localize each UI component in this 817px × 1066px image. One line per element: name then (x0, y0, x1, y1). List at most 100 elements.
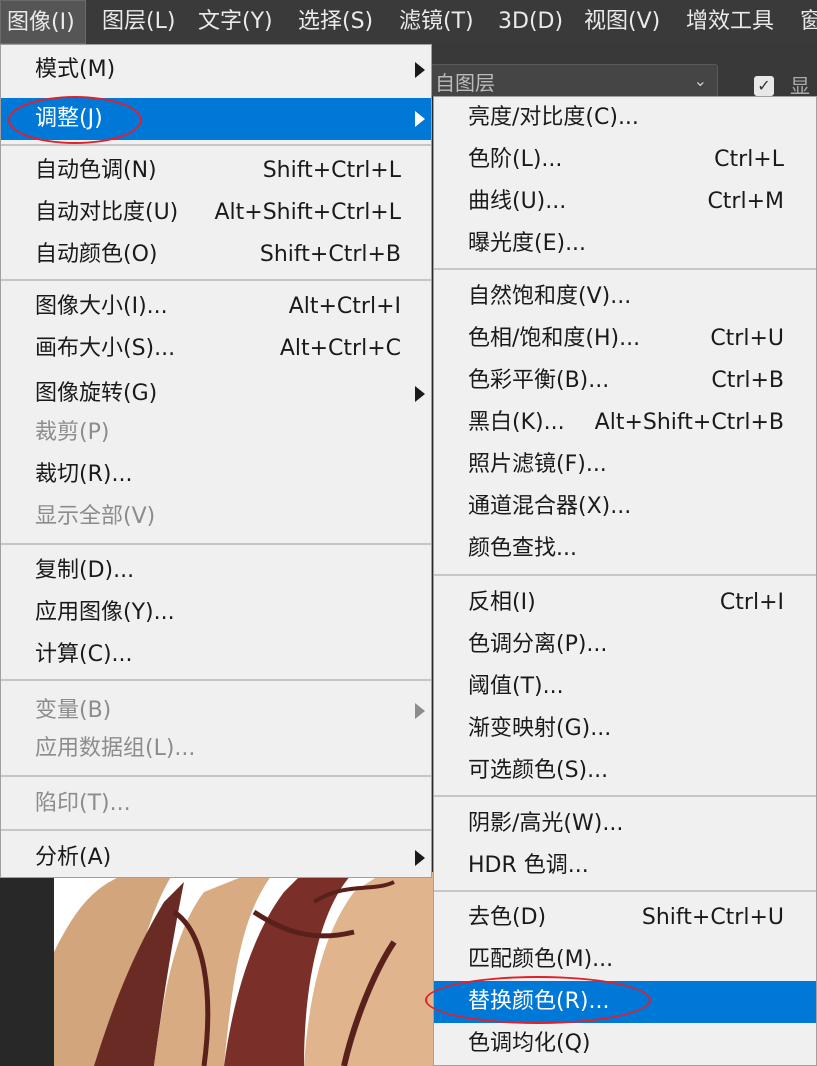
menu-item-label: 黑白(K)... (468, 410, 565, 435)
menu-filter[interactable]: 滤镜(T) (399, 0, 474, 44)
menu-item-label: 应用图像(Y)... (35, 600, 175, 625)
menu-window[interactable]: 窗 (800, 0, 817, 44)
menu-item-gradient-map[interactable]: 渐变映射(G)... (434, 708, 816, 750)
menu-item-label: 色阶(L)... (468, 147, 563, 172)
menu-item-label: 色调分离(P)... (468, 632, 608, 657)
show-label: 显 (790, 74, 810, 98)
menu-item-label: 曲线(U)... (468, 189, 567, 214)
menu-select[interactable]: 选择(S) (298, 0, 373, 44)
menu-item-color-lookup[interactable]: 颜色查找... (434, 528, 816, 570)
menu-item-variables[interactable]: 变量(B) (1, 690, 431, 732)
menu-separator (1, 775, 431, 777)
menu-item-label: 阈值(T)... (468, 674, 564, 699)
submenu-arrow-icon (415, 386, 425, 402)
menu-item-crop[interactable]: 裁剪(P) (1, 412, 431, 454)
menu-image[interactable]: 图像(I) (0, 0, 86, 44)
menu-item-match-color[interactable]: 匹配颜色(M)... (434, 939, 816, 981)
menu-type[interactable]: 文字(Y) (198, 0, 273, 44)
menu-view[interactable]: 视图(V) (584, 0, 660, 44)
menu-item-label: 亮度/对比度(C)... (468, 105, 639, 130)
menu-item-label: 显示全部(V) (35, 504, 156, 529)
submenu-arrow-icon (415, 62, 425, 78)
menu-item-label: 分析(A) (35, 845, 112, 870)
menu-item-calculations[interactable]: 计算(C)... (1, 634, 431, 676)
menu-item-levels[interactable]: 色阶(L)... Ctrl+L (434, 139, 816, 181)
menu-3d[interactable]: 3D(D) (498, 0, 563, 44)
menu-separator (1, 279, 431, 281)
menu-item-shortcut: Ctrl+L (714, 147, 784, 172)
menubar: 图像(I) 图层(L) 文字(Y) 选择(S) 滤镜(T) 3D(D) 视图(V… (0, 0, 817, 44)
menu-item-exposure[interactable]: 曝光度(E)... (434, 223, 816, 265)
menu-item-label: 曝光度(E)... (468, 231, 587, 256)
menu-item-shortcut: Shift+Ctrl+U (641, 905, 784, 930)
menu-item-label: 自动色调(N) (35, 158, 157, 183)
menu-item-curves[interactable]: 曲线(U)... Ctrl+M (434, 181, 816, 223)
menu-item-auto-color[interactable]: 自动颜色(O) Shift+Ctrl+B (1, 234, 431, 276)
menu-item-brightness-contrast[interactable]: 亮度/对比度(C)... (434, 97, 816, 139)
menu-item-label: 图像大小(I)... (35, 294, 168, 319)
menu-item-label: 照片滤镜(F)... (468, 452, 607, 477)
adjustments-submenu: 亮度/对比度(C)... 色阶(L)... Ctrl+L 曲线(U)... Ct… (433, 96, 817, 1066)
menu-item-canvas-size[interactable]: 画布大小(S)... Alt+Ctrl+C (1, 328, 431, 370)
menu-item-adjustments[interactable]: 调整(J) (1, 98, 431, 140)
menu-item-photo-filter[interactable]: 照片滤镜(F)... (434, 444, 816, 486)
menu-item-trap[interactable]: 陷印(T)... (1, 783, 431, 825)
menu-plugins[interactable]: 增效工具 (686, 0, 774, 44)
submenu-arrow-icon (415, 111, 425, 127)
menu-item-shortcut: Alt+Shift+Ctrl+L (214, 200, 402, 225)
submenu-arrow-icon (415, 850, 425, 866)
menu-item-replace-color[interactable]: 替换颜色(R)... (434, 981, 816, 1023)
menu-item-label: 自然饱和度(V)... (468, 284, 632, 309)
menu-item-trim[interactable]: 裁切(R)... (1, 454, 431, 496)
menu-item-selective-color[interactable]: 可选颜色(S)... (434, 750, 816, 792)
menu-item-shortcut: Alt+Ctrl+I (288, 294, 401, 319)
menu-item-analysis[interactable]: 分析(A) (1, 837, 431, 879)
menu-separator (1, 543, 431, 545)
menu-item-auto-tone[interactable]: 自动色调(N) Shift+Ctrl+L (1, 150, 431, 192)
menu-item-shortcut: Ctrl+U (710, 326, 784, 351)
menu-item-image-rotation[interactable]: 图像旋转(G) (1, 373, 431, 415)
menu-item-apply-image[interactable]: 应用图像(Y)... (1, 592, 431, 634)
show-checkbox[interactable]: ✓ (754, 76, 774, 96)
menu-item-label: 色彩平衡(B)... (468, 368, 610, 393)
menu-item-invert[interactable]: 反相(I) Ctrl+I (434, 582, 816, 624)
menu-item-black-white[interactable]: 黑白(K)... Alt+Shift+Ctrl+B (434, 402, 816, 444)
menu-separator (434, 268, 816, 270)
menu-item-label: 替换颜色(R)... (468, 989, 610, 1014)
menu-layer[interactable]: 图层(L) (102, 0, 175, 44)
menu-item-label: 调整(J) (35, 106, 103, 131)
menu-item-vibrance[interactable]: 自然饱和度(V)... (434, 276, 816, 318)
menu-item-label: 色调均化(Q) (468, 1031, 591, 1056)
menu-item-label: 可选颜色(S)... (468, 758, 609, 783)
menu-item-apply-data-set[interactable]: 应用数据组(L)... (1, 728, 431, 770)
menu-item-reveal-all[interactable]: 显示全部(V) (1, 496, 431, 538)
layer-select[interactable]: 自图层 ⌄ (430, 64, 718, 100)
menu-separator (434, 795, 816, 797)
menu-item-color-balance[interactable]: 色彩平衡(B)... Ctrl+B (434, 360, 816, 402)
menu-item-desaturate[interactable]: 去色(D) Shift+Ctrl+U (434, 897, 816, 939)
menu-item-equalize[interactable]: 色调均化(Q) (434, 1023, 816, 1065)
menu-item-shortcut: Ctrl+B (711, 368, 784, 393)
menu-item-hdr-toning[interactable]: HDR 色调... (434, 845, 816, 887)
menu-item-label: 裁剪(P) (35, 420, 110, 445)
menu-item-duplicate[interactable]: 复制(D)... (1, 550, 431, 592)
menu-item-label: 渐变映射(G)... (468, 716, 612, 741)
menu-item-image-size[interactable]: 图像大小(I)... Alt+Ctrl+I (1, 286, 431, 328)
menu-item-shortcut: Shift+Ctrl+L (262, 158, 401, 183)
menu-item-label: 复制(D)... (35, 558, 135, 583)
menu-item-label: 颜色查找... (468, 536, 577, 561)
menu-separator (434, 574, 816, 576)
menu-item-posterize[interactable]: 色调分离(P)... (434, 624, 816, 666)
menu-item-label: 去色(D) (468, 905, 547, 930)
menu-item-auto-contrast[interactable]: 自动对比度(U) Alt+Shift+Ctrl+L (1, 192, 431, 234)
menu-item-hue-saturation[interactable]: 色相/饱和度(H)... Ctrl+U (434, 318, 816, 360)
menu-item-threshold[interactable]: 阈值(T)... (434, 666, 816, 708)
menu-item-label: 图像旋转(G) (35, 381, 158, 406)
menu-item-label: 阴影/高光(W)... (468, 811, 624, 836)
menu-item-shadows-highlights[interactable]: 阴影/高光(W)... (434, 803, 816, 845)
menu-item-channel-mixer[interactable]: 通道混合器(X)... (434, 486, 816, 528)
menu-item-mode[interactable]: 模式(M) (1, 49, 431, 91)
menu-item-shortcut: Shift+Ctrl+B (259, 242, 401, 267)
menu-item-label: 裁切(R)... (35, 462, 133, 487)
menu-item-label: 匹配颜色(M)... (468, 947, 614, 972)
